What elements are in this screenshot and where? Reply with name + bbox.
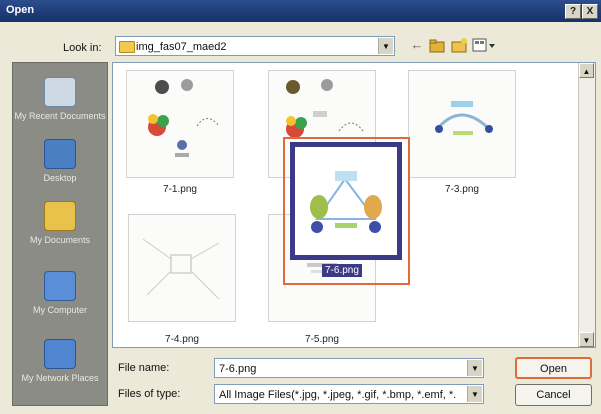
my-documents-icon: [44, 201, 76, 231]
file-name: 7-3.png: [445, 184, 479, 195]
places-item-label: My Network Places: [21, 373, 99, 383]
look-in-dropdown[interactable]: img_fas07_maed2 ▼: [115, 36, 395, 56]
places-item-documents[interactable]: My Documents: [13, 201, 107, 245]
file-thumbnail-7-6[interactable]: [290, 142, 402, 260]
places-item-label: My Documents: [29, 235, 91, 245]
places-item-computer[interactable]: My Computer: [13, 271, 107, 315]
chevron-down-icon[interactable]: ▼: [467, 360, 482, 376]
chevron-down-icon[interactable]: ▼: [467, 386, 482, 402]
up-folder-icon[interactable]: [428, 36, 446, 54]
look-in-label: Look in:: [63, 42, 102, 54]
chevron-down-icon[interactable]: ▼: [378, 38, 393, 54]
scroll-down-icon[interactable]: ▼: [579, 332, 594, 347]
file-thumbnail-7-4[interactable]: [128, 214, 236, 322]
file-name-selected: 7-6.png: [322, 264, 362, 277]
cancel-button[interactable]: Cancel: [515, 384, 592, 406]
file-name-input[interactable]: 7-6.png ▼: [214, 358, 484, 378]
view-menu-icon[interactable]: [471, 36, 495, 54]
new-folder-icon[interactable]: [450, 36, 468, 54]
places-bar: My Recent Documents Desktop My Documents…: [12, 62, 108, 406]
file-thumbnail-7-1[interactable]: [126, 70, 234, 178]
places-item-network[interactable]: My Network Places: [13, 339, 107, 383]
back-icon[interactable]: ←: [408, 36, 426, 54]
network-places-icon: [44, 339, 76, 369]
vertical-scrollbar[interactable]: ▲ ▼: [578, 63, 595, 347]
file-type-value: All Image Files(*.jpg, *.jpeg, *.gif, *.…: [219, 389, 457, 401]
file-name: 7-4.png: [165, 334, 199, 345]
title-bar: Open ? X: [0, 0, 601, 22]
file-type-label: Files of type:: [118, 388, 181, 400]
my-computer-icon: [44, 271, 76, 301]
open-button[interactable]: Open: [515, 357, 592, 379]
places-item-label: Desktop: [43, 173, 77, 183]
places-item-label: My Recent Documents: [14, 111, 106, 121]
file-name: 7-1.png: [163, 184, 197, 195]
scroll-up-icon[interactable]: ▲: [579, 63, 594, 78]
file-name: 7-5.png: [305, 334, 339, 345]
places-item-label: My Computer: [32, 305, 87, 315]
file-name-label: File name:: [118, 362, 170, 374]
look-in-value: img_fas07_maed2: [136, 41, 227, 53]
recent-documents-icon: [44, 77, 76, 107]
places-item-recent[interactable]: My Recent Documents: [13, 77, 107, 121]
folder-icon: [119, 41, 135, 53]
places-item-desktop[interactable]: Desktop: [13, 139, 107, 183]
file-thumbnail-7-3[interactable]: [408, 70, 516, 178]
close-button[interactable]: X: [582, 4, 598, 19]
window-title: Open: [6, 4, 35, 16]
file-name-value: 7-6.png: [219, 363, 257, 375]
help-button[interactable]: ?: [565, 4, 581, 19]
desktop-icon: [44, 139, 76, 169]
file-type-dropdown[interactable]: All Image Files(*.jpg, *.jpeg, *.gif, *.…: [214, 384, 484, 404]
